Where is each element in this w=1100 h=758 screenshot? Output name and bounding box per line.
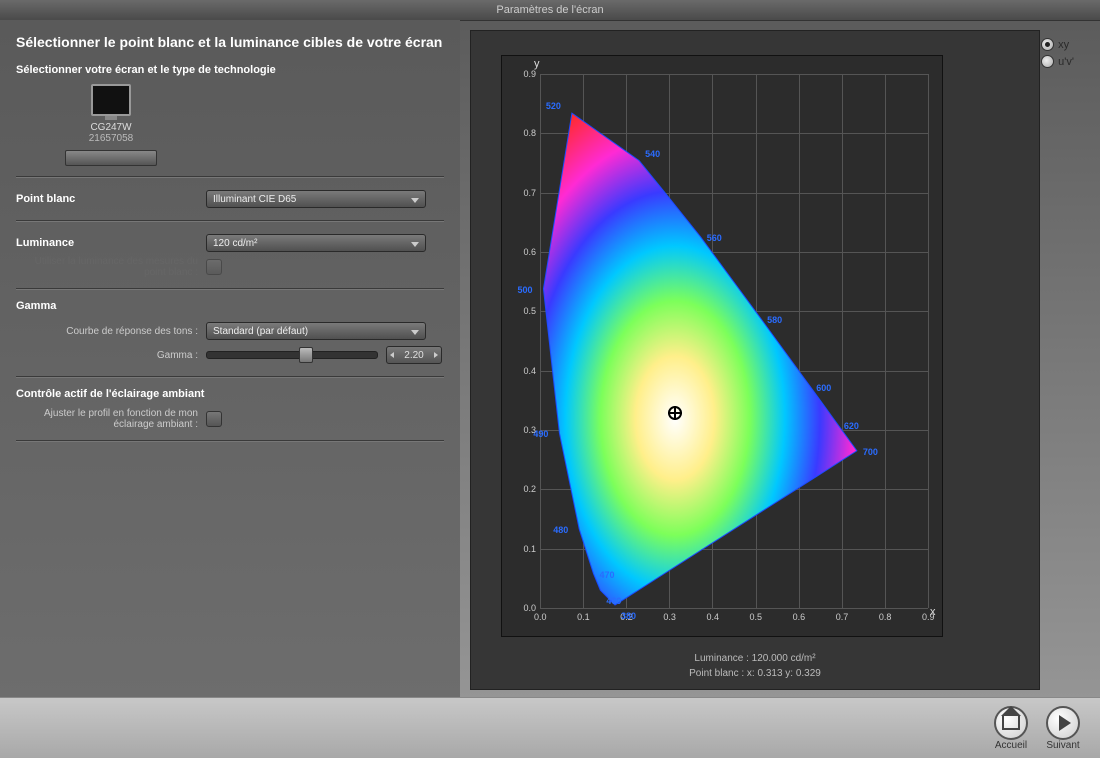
whitepoint-dropdown[interactable]: Illuminant CIE D65	[206, 190, 426, 208]
footer-bar: Accueil Suivant	[0, 697, 1100, 758]
use-measured-luminance-checkbox[interactable]	[206, 259, 222, 275]
home-icon	[994, 706, 1028, 740]
cie-chromaticity-plot[interactable]: 0.00.10.20.30.40.50.60.70.80.90.00.10.20…	[501, 55, 943, 637]
radio-icon	[1041, 38, 1054, 51]
tech-heading: Sélectionner votre écran et le type de t…	[16, 64, 444, 76]
home-button[interactable]: Accueil	[994, 706, 1028, 751]
gamma-value-stepper[interactable]: 2.20	[386, 346, 442, 364]
whitepoint-label: Point blanc	[16, 193, 206, 205]
tonecurve-dropdown[interactable]: Standard (par défaut)	[206, 322, 426, 340]
gamma-slider-thumb[interactable]	[299, 347, 313, 363]
gamma-slider[interactable]	[206, 351, 378, 359]
luminance-label: Luminance	[16, 237, 206, 249]
monitor-serial: 21657058	[46, 133, 176, 144]
alc-heading: Contrôle actif de l'éclairage ambiant	[16, 388, 444, 400]
page-title: Sélectionner le point blanc et la lumina…	[16, 34, 444, 50]
settings-panel: Sélectionner le point blanc et la lumina…	[0, 20, 460, 698]
tonecurve-label: Courbe de réponse des tons :	[16, 326, 206, 337]
coord-mode-group: xy u'v'	[1041, 38, 1074, 68]
chart-info: Luminance : 120.000 cd/m² Point blanc : …	[471, 651, 1039, 681]
use-measured-luminance-label: Utiliser la luminance des mesures du poi…	[16, 256, 206, 278]
next-button[interactable]: Suivant	[1046, 706, 1080, 751]
monitor-tech-dropdown[interactable]	[65, 150, 157, 166]
monitor-name: CG247W	[46, 122, 176, 133]
radio-icon	[1041, 55, 1054, 68]
play-icon	[1046, 706, 1080, 740]
window-title: Paramètres de l'écran	[0, 0, 1100, 21]
preview-panel: xy u'v' 0.00.10.20.30.40.50.60.70.80.90.…	[460, 20, 1100, 698]
coord-mode-uv[interactable]: u'v'	[1041, 55, 1074, 68]
alc-adjust-checkbox[interactable]	[206, 411, 222, 427]
coord-mode-xy[interactable]: xy	[1041, 38, 1074, 51]
gamma-label: Gamma :	[16, 350, 206, 361]
chart-luminance-readout: Luminance : 120.000 cd/m²	[471, 651, 1039, 666]
whitepoint-marker[interactable]	[668, 406, 682, 420]
monitor-icon	[91, 84, 131, 116]
luminance-dropdown[interactable]: 120 cd/m²	[206, 234, 426, 252]
content-area: Sélectionner le point blanc et la lumina…	[0, 20, 1100, 698]
chart-whitepoint-readout: Point blanc : x: 0.313 y: 0.329	[471, 666, 1039, 681]
cie-chart-card: 0.00.10.20.30.40.50.60.70.80.90.00.10.20…	[470, 30, 1040, 690]
app-window: Paramètres de l'écran Sélectionner le po…	[0, 0, 1100, 758]
monitor-tile[interactable]: CG247W 21657058	[46, 84, 176, 166]
gamma-heading: Gamma	[16, 300, 444, 312]
alc-adjust-label: Ajuster le profil en fonction de mon écl…	[16, 408, 206, 430]
